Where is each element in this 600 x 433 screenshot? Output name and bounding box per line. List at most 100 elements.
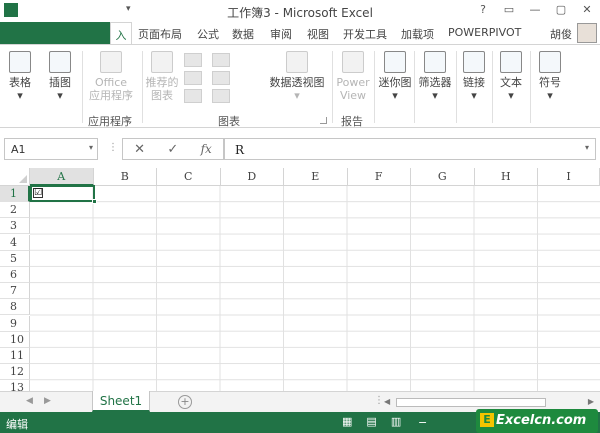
links-button[interactable]: 链接 ▾ (458, 51, 490, 102)
scroll-sheets-left-icon[interactable]: ◀ (26, 396, 33, 406)
table-icon (9, 51, 31, 73)
row-header-8[interactable]: 8 (0, 299, 30, 316)
tab-formulas[interactable]: 公式 (197, 26, 219, 42)
sheet-tab[interactable]: Sheet1 (92, 391, 150, 412)
row-header-10[interactable]: 10 (0, 331, 30, 348)
user-name[interactable]: 胡俊 (550, 26, 572, 42)
split-handle-icon[interactable]: ⋮ (374, 395, 384, 406)
resize-handle-icon[interactable]: ⋮ (108, 142, 118, 153)
help-button[interactable]: ? (476, 3, 490, 16)
column-header-g[interactable]: G (411, 168, 475, 186)
column-header-b[interactable]: B (93, 168, 157, 186)
scrollbar-thumb[interactable] (396, 398, 546, 407)
ribbon-separator (414, 51, 415, 123)
column-header-i[interactable]: I (538, 168, 600, 186)
formula-buttons: ✕ ✓ fx (122, 138, 224, 160)
ribbon-separator (374, 51, 375, 123)
office-apps-button[interactable]: Office 应用程序 (82, 51, 140, 102)
row-header-4[interactable]: 4 (0, 234, 30, 251)
recommended-charts-button[interactable]: 推荐的 图表 (144, 51, 180, 102)
expand-formula-bar-icon[interactable]: ▾ (585, 143, 589, 152)
cancel-icon[interactable]: ✕ (134, 142, 145, 157)
pivot-chart-button[interactable]: 数据透视图 ▾ (268, 51, 326, 102)
cells[interactable] (30, 186, 600, 391)
row-header-11[interactable]: 11 (0, 348, 30, 364)
checkbox-icon: ☑ (33, 188, 43, 198)
tab-powerpivot[interactable]: POWERPIVOT (448, 26, 521, 39)
enter-icon[interactable]: ✓ (167, 142, 178, 157)
charts-dialog-launcher-icon[interactable] (320, 117, 327, 124)
text-icon (500, 51, 522, 73)
horizontal-scrollbar[interactable]: ⋮ ◀ ▶ (374, 395, 594, 408)
row-header-13[interactable]: 13 (0, 380, 30, 391)
row-header-5[interactable]: 5 (0, 250, 30, 267)
page-break-view-icon[interactable]: ▥ (391, 415, 401, 428)
zoom-out-icon[interactable]: − (418, 416, 427, 429)
tab-view[interactable]: 视图 (307, 26, 329, 42)
symbols-button[interactable]: 符号 ▾ (532, 51, 568, 102)
tab-addins[interactable]: 加载项 (401, 26, 434, 42)
insert-function-icon[interactable]: fx (201, 142, 212, 156)
column-header-a[interactable]: A (30, 168, 94, 186)
tab-data[interactable]: 数据 (232, 26, 254, 42)
ribbon-display-button[interactable]: ▭ (502, 3, 516, 16)
power-view-button[interactable]: Power View (335, 51, 371, 102)
tab-file[interactable] (0, 22, 110, 44)
view-buttons: ▦ ▤ ▥ (342, 415, 401, 428)
row-header-6[interactable]: 6 (0, 267, 30, 283)
pie-chart-icon[interactable] (184, 89, 202, 103)
column-header-d[interactable]: D (220, 168, 284, 186)
ribbon-separator (332, 51, 333, 123)
normal-view-icon[interactable]: ▦ (342, 415, 352, 428)
row-header-1[interactable]: 1 (0, 186, 30, 202)
column-chart-icon[interactable] (184, 53, 202, 67)
avatar[interactable] (577, 23, 597, 43)
line-chart-icon[interactable] (184, 71, 202, 85)
scroll-right-icon[interactable]: ▶ (588, 397, 594, 406)
close-button[interactable]: ✕ (580, 3, 594, 16)
tab-review[interactable]: 审阅 (270, 26, 292, 42)
tab-insert[interactable]: 入 (110, 22, 132, 44)
formula-bar: A1 ▾ ⋮ ✕ ✓ fx R ▾ (0, 136, 600, 162)
row-header-9[interactable]: 9 (0, 315, 30, 332)
add-sheet-icon[interactable]: + (178, 395, 192, 409)
column-header-c[interactable]: C (157, 168, 221, 186)
shapes-icon (49, 51, 71, 73)
tab-developer[interactable]: 开发工具 (343, 26, 387, 42)
table-button[interactable]: 表格 ▾ (4, 51, 36, 102)
column-header-h[interactable]: H (474, 168, 538, 186)
page-layout-view-icon[interactable]: ▤ (366, 415, 376, 428)
omega-icon (539, 51, 561, 73)
tab-page-layout[interactable]: 页面布局 (138, 26, 182, 42)
column-header-e[interactable]: E (284, 168, 348, 186)
ribbon-separator (492, 51, 493, 123)
scatter-chart-icon[interactable] (212, 89, 230, 103)
chart-type-buttons (184, 53, 234, 103)
row-header-7[interactable]: 7 (0, 283, 30, 300)
row-header-2[interactable]: 2 (0, 202, 30, 219)
scroll-sheets-right-icon[interactable]: ▶ (44, 396, 51, 406)
chevron-down-icon[interactable]: ▾ (89, 143, 93, 152)
column-header-f[interactable]: F (347, 168, 411, 186)
ribbon-separator (530, 51, 531, 123)
group-charts-label: 图表 (218, 115, 240, 128)
select-all-button[interactable] (0, 168, 30, 186)
row-header-3[interactable]: 3 (0, 218, 30, 235)
text-button[interactable]: 文本 ▾ (494, 51, 528, 102)
row-header-12[interactable]: 12 (0, 364, 30, 381)
formula-input[interactable]: R ▾ (224, 138, 596, 160)
illustrations-button[interactable]: 插图 ▾ (44, 51, 76, 102)
statistic-chart-icon[interactable] (212, 71, 230, 85)
scroll-left-icon[interactable]: ◀ (384, 397, 390, 406)
filters-button[interactable]: 筛选器 ▾ (416, 51, 454, 102)
recommended-charts-icon (151, 51, 173, 73)
minimize-button[interactable]: — (528, 3, 542, 16)
group-reports-label: 报告 (341, 115, 363, 128)
sparklines-button[interactable]: 迷你图 ▾ (376, 51, 414, 102)
maximize-button[interactable]: ▢ (554, 3, 568, 16)
name-box[interactable]: A1 ▾ (4, 138, 98, 160)
hierarchy-chart-icon[interactable] (212, 53, 230, 67)
status-mode: 编辑 (6, 418, 28, 431)
ribbon-separator (142, 51, 143, 123)
fill-handle[interactable] (92, 199, 97, 204)
